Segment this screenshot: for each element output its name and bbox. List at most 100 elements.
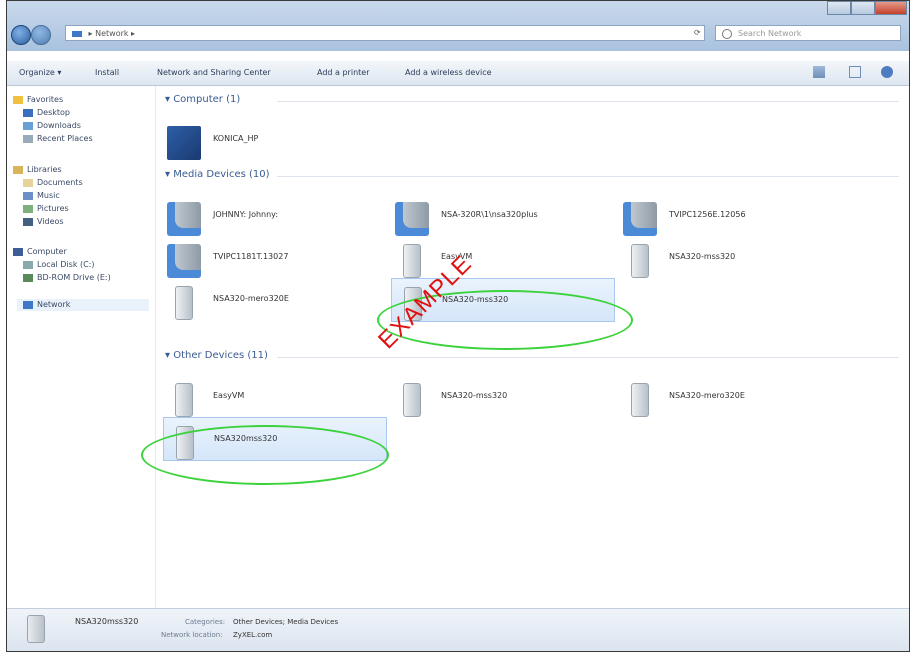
device-tile[interactable]: JOHNNY: Johnny:: [163, 194, 387, 238]
nav-label: BD-ROM Drive (E:): [37, 273, 111, 282]
device-label: NSA-320R\1\nsa320plus: [441, 210, 538, 219]
downloads-icon: [23, 121, 33, 130]
device-tile[interactable]: NSA320-mero320E: [163, 278, 387, 322]
nav-label: Network: [37, 300, 71, 309]
back-button[interactable]: [11, 25, 31, 45]
device-tile[interactable]: TVIPC1256E.12056: [619, 194, 843, 238]
nav-desktop[interactable]: Desktop: [23, 107, 70, 119]
title-bar: ▸ Network ▸ ⟳ Search Network: [7, 1, 909, 51]
nav-label: Videos: [37, 217, 64, 226]
device-label: TVIPC1181T.13027: [213, 252, 289, 261]
nav-network[interactable]: Network: [17, 299, 149, 311]
nav-label: Desktop: [37, 108, 70, 117]
device-tile[interactable]: KONICA_HP: [163, 118, 387, 162]
network-icon: [72, 30, 82, 37]
device-label: NSA320-mss320: [441, 391, 508, 400]
device-icon: [27, 615, 45, 643]
device-icon: [175, 383, 193, 417]
group-divider: [277, 101, 899, 102]
music-icon: [23, 191, 33, 200]
computer-icon: [13, 247, 23, 256]
nav-label: Recent Places: [37, 134, 93, 143]
install-button[interactable]: Install: [95, 68, 119, 77]
group-divider: [277, 357, 899, 358]
device-icon: [631, 383, 649, 417]
nav-label: Libraries: [27, 165, 62, 174]
nav-documents[interactable]: Documents: [23, 177, 83, 189]
group-divider: [277, 176, 899, 177]
device-label: NSA320-mss320: [669, 252, 736, 261]
nav-label: Computer: [27, 247, 67, 256]
search-icon: [722, 29, 732, 39]
device-label: TVIPC1256E.12056: [669, 210, 746, 219]
minimize-button[interactable]: [827, 1, 851, 15]
device-label: NSA320-mero320E: [669, 391, 745, 400]
organize-button[interactable]: Organize ▾: [19, 68, 61, 77]
device-tile[interactable]: TVIPC1181T.13027: [163, 236, 387, 280]
device-tile[interactable]: NSA-320R\1\nsa320plus: [391, 194, 615, 238]
library-icon: [13, 165, 23, 174]
device-icon: [403, 244, 421, 278]
device-label: KONICA_HP: [213, 134, 259, 143]
details-pane: NSA320mss320 Categories: Other Devices; …: [7, 608, 909, 651]
drive-icon: [23, 260, 33, 269]
address-text: ▸ Network ▸: [88, 29, 136, 38]
group-header-other-devices[interactable]: ▾ Other Devices (11): [165, 350, 268, 361]
nav-bd-rom[interactable]: BD-ROM Drive (E:): [23, 272, 111, 284]
device-tile[interactable]: EasyVM: [391, 236, 615, 280]
window-controls: [827, 1, 907, 15]
view-options-icon[interactable]: [813, 66, 825, 78]
close-button[interactable]: [875, 1, 907, 15]
nav-music[interactable]: Music: [23, 190, 60, 202]
computer-icon: [167, 126, 201, 160]
network-sharing-center-button[interactable]: Network and Sharing Center: [157, 68, 271, 77]
nav-favorites[interactable]: Favorites: [13, 94, 63, 106]
nav-videos[interactable]: Videos: [23, 216, 64, 228]
details-categories-value: Other Devices; Media Devices: [233, 618, 339, 626]
search-input[interactable]: Search Network: [715, 25, 901, 41]
nav-computer[interactable]: Computer: [13, 246, 67, 258]
media-server-icon: [395, 202, 429, 236]
group-header-computer[interactable]: ▾ Computer (1): [165, 94, 240, 105]
search-placeholder: Search Network: [738, 29, 802, 38]
device-tile[interactable]: NSA320-mss320: [619, 236, 843, 280]
nav-label: Music: [37, 191, 60, 200]
group-header-media-devices[interactable]: ▾ Media Devices (10): [165, 169, 270, 180]
details-location-label: Network location:: [161, 631, 223, 639]
documents-icon: [23, 178, 33, 187]
device-icon: [403, 383, 421, 417]
preview-pane-icon[interactable]: [849, 66, 861, 78]
pictures-icon: [23, 204, 33, 213]
network-icon: [23, 300, 33, 309]
forward-button[interactable]: [31, 25, 51, 45]
help-icon[interactable]: [881, 66, 893, 78]
nav-libraries[interactable]: Libraries: [13, 164, 62, 176]
desktop-icon: [23, 108, 33, 117]
media-server-icon: [167, 202, 201, 236]
media-server-icon: [623, 202, 657, 236]
nav-label: Pictures: [37, 204, 69, 213]
device-tile[interactable]: NSA320-mss320: [391, 375, 615, 419]
nav-downloads[interactable]: Downloads: [23, 120, 81, 132]
star-icon: [13, 95, 23, 104]
videos-icon: [23, 217, 33, 226]
address-bar[interactable]: ▸ Network ▸: [65, 25, 705, 41]
highlight-ellipse: [141, 425, 389, 485]
nav-label: Documents: [37, 178, 83, 187]
add-wireless-device-button[interactable]: Add a wireless device: [405, 68, 492, 77]
details-categories-label: Categories:: [185, 618, 226, 626]
device-tile[interactable]: EasyVM: [163, 375, 387, 419]
device-label: EasyVM: [213, 391, 245, 400]
navigation-pane: Favorites Desktop Downloads Recent Place…: [7, 86, 156, 609]
nav-pictures[interactable]: Pictures: [23, 203, 69, 215]
device-label: JOHNNY: Johnny:: [213, 210, 279, 219]
nav-local-disk[interactable]: Local Disk (C:): [23, 259, 95, 271]
nav-recent-places[interactable]: Recent Places: [23, 133, 93, 145]
add-printer-button[interactable]: Add a printer: [317, 68, 369, 77]
device-icon: [175, 286, 193, 320]
disc-drive-icon: [23, 273, 33, 282]
details-name: NSA320mss320: [75, 617, 139, 626]
device-tile[interactable]: NSA320-mero320E: [619, 375, 843, 419]
refresh-button[interactable]: ⟳: [694, 25, 706, 41]
maximize-button[interactable]: [851, 1, 875, 15]
